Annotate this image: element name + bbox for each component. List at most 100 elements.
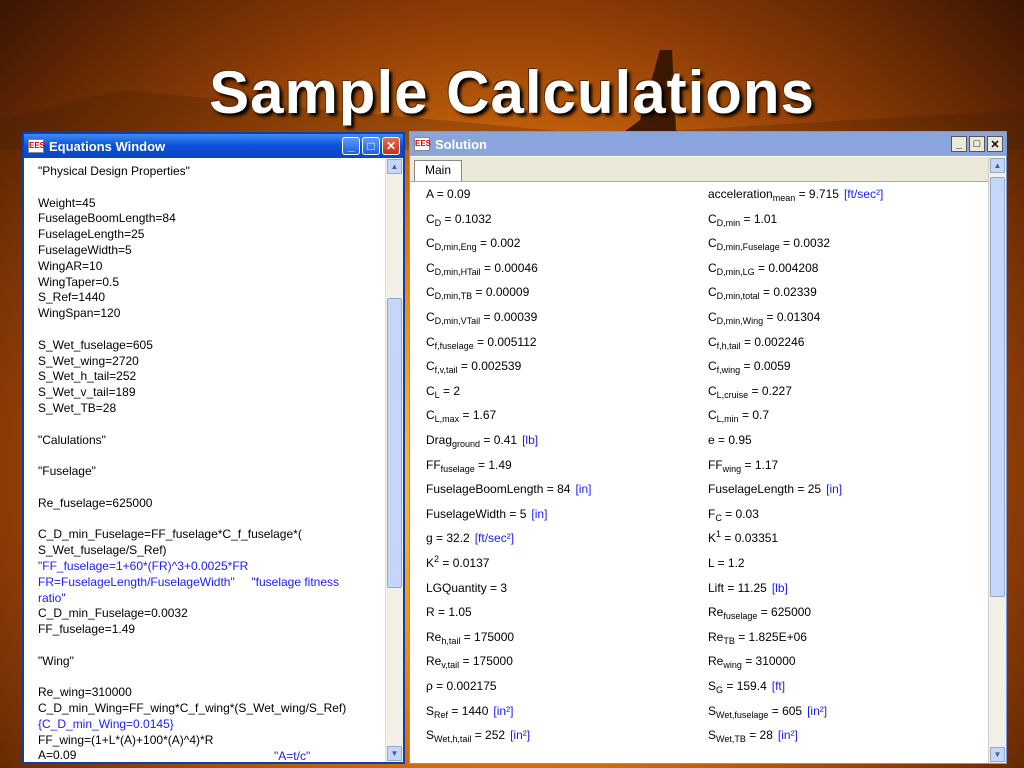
equation-line: Re_wing=310000 bbox=[38, 685, 132, 700]
slide-title: Sample Calculations bbox=[209, 59, 815, 126]
solution-tab-row: Main bbox=[410, 157, 1006, 182]
tab-main[interactable]: Main bbox=[414, 160, 463, 181]
solution-window: EES Solution _ □ ✕ Main A = 0.09 CD = 0.1… bbox=[409, 131, 1007, 764]
solution-row: CL,min = 0.7 bbox=[708, 405, 769, 425]
solution-name: Re bbox=[708, 654, 724, 669]
maximize-button[interactable]: □ bbox=[969, 136, 985, 152]
solution-value: = 1.2 bbox=[714, 556, 745, 570]
solution-unit: [ft/sec²] bbox=[843, 187, 884, 201]
solution-value: = 32.2 bbox=[432, 531, 470, 546]
solution-value: = 1.17 bbox=[741, 457, 779, 472]
solution-sub: G bbox=[716, 685, 724, 695]
solution-name: C bbox=[708, 211, 717, 226]
solution-sub: Wet,h,tail bbox=[434, 734, 472, 745]
equations-editor[interactable]: "Physical Design Properties" Weight=45 Fus… bbox=[24, 158, 386, 762]
solution-window-title: Solution bbox=[435, 136, 487, 152]
solution-row: e = 0.95 bbox=[708, 430, 752, 450]
close-button[interactable]: ✕ bbox=[382, 137, 400, 155]
solution-row: Cf,fuselage = 0.005112 bbox=[426, 332, 537, 352]
solution-name: FuselageBoomLength bbox=[426, 482, 544, 497]
solution-value: = 0.02339 bbox=[759, 285, 817, 300]
close-button[interactable]: ✕ bbox=[987, 136, 1003, 152]
solution-row: CL,max = 1.67 bbox=[426, 405, 496, 425]
ees-app-icon: EES bbox=[414, 137, 431, 151]
solution-value: = 0.01304 bbox=[763, 310, 821, 324]
solution-row: FuselageWidth = 5 [in] bbox=[426, 504, 547, 524]
solution-name: C bbox=[708, 285, 717, 300]
equation-line bbox=[38, 448, 386, 464]
equation-line: "Fuselage" bbox=[38, 464, 96, 479]
solution-unit: [in] bbox=[826, 482, 843, 497]
equation-line: S_Wet_fuselage/S_Ref) bbox=[38, 543, 167, 558]
solution-name: R bbox=[426, 605, 438, 620]
scroll-down-icon[interactable]: ▼ bbox=[990, 747, 1005, 762]
solution-value: = 310000 bbox=[741, 654, 796, 669]
solution-row: CD,min,total = 0.02339 bbox=[708, 282, 817, 302]
solution-row: SRef = 1440 [in²] bbox=[426, 701, 513, 721]
solution-row: CD,min,Wing = 0.01304 bbox=[708, 307, 820, 327]
solution-scrollbar[interactable]: ▲ ▼ bbox=[988, 157, 1006, 763]
minimize-button[interactable]: _ bbox=[342, 137, 360, 155]
equation-line: S_Wet_v_tail=189 bbox=[38, 385, 136, 400]
equations-scrollbar[interactable]: ▲ ▼ bbox=[385, 158, 403, 762]
solution-unit: [in²] bbox=[807, 703, 828, 718]
solution-name: Re bbox=[708, 605, 724, 620]
solution-unit: [ft] bbox=[771, 679, 786, 693]
solution-name: FuselageLength bbox=[708, 482, 795, 497]
scroll-down-icon[interactable]: ▼ bbox=[387, 746, 402, 761]
solution-sub: Wet,fuselage bbox=[716, 709, 769, 720]
maximize-button[interactable]: □ bbox=[362, 137, 380, 155]
solution-unit: [lb] bbox=[771, 580, 788, 595]
scroll-thumb[interactable] bbox=[387, 298, 402, 588]
solution-value: = 0.09 bbox=[436, 187, 471, 201]
solution-row: Dragground = 0.41 [lb] bbox=[426, 430, 538, 450]
solution-value: = 0.002 bbox=[476, 236, 521, 251]
equation-line: C_D_min_Fuselage=0.0032 bbox=[38, 606, 188, 621]
solution-row: LGQuantity = 3 bbox=[426, 578, 507, 598]
solution-row: Rev,tail = 175000 bbox=[426, 651, 513, 671]
equation-line: FuselageBoomLength=84 bbox=[38, 211, 176, 226]
solution-unit: [lb] bbox=[522, 433, 539, 447]
solution-row: Refuselage = 625000 bbox=[708, 602, 811, 622]
solution-row: ρ = 0.002175 bbox=[426, 676, 497, 696]
scroll-thumb[interactable] bbox=[990, 177, 1005, 597]
solution-name: S bbox=[426, 728, 435, 743]
solution-name: Re bbox=[426, 629, 442, 644]
solution-name: C bbox=[426, 310, 435, 324]
solution-value: = 1.05 bbox=[438, 605, 472, 620]
solution-name: FF bbox=[708, 457, 723, 472]
solution-sub: fuselage bbox=[440, 463, 475, 474]
solution-row: FuselageBoomLength = 84 [in] bbox=[426, 479, 591, 499]
solution-value: = 11.25 bbox=[727, 580, 767, 595]
solution-name: S bbox=[708, 703, 717, 718]
equation-line: S_Wet_wing=2720 bbox=[38, 353, 139, 368]
equation-line: FF_fuselage=1.49 bbox=[38, 622, 136, 637]
solution-value: = 0.95 bbox=[714, 433, 752, 447]
solution-row: R = 1.05 bbox=[426, 602, 472, 622]
scroll-up-icon[interactable]: ▲ bbox=[990, 158, 1005, 173]
solution-name: S bbox=[708, 679, 717, 693]
solution-value: = 605 bbox=[768, 703, 803, 718]
equation-line bbox=[38, 180, 386, 196]
solution-row: CD,min,TB = 0.00009 bbox=[426, 282, 529, 302]
solution-unit: [in²] bbox=[510, 728, 531, 743]
solution-sub: D,min,TB bbox=[434, 291, 473, 302]
solution-sub: mean bbox=[772, 193, 796, 203]
equation-line: "Physical Design Properties" bbox=[38, 164, 190, 178]
solution-row: CD,min,HTail = 0.00046 bbox=[426, 258, 538, 278]
solution-value: = 0.03351 bbox=[721, 531, 779, 546]
solution-name: g bbox=[426, 531, 433, 546]
scroll-up-icon[interactable]: ▲ bbox=[387, 159, 402, 174]
solution-value: = 0.227 bbox=[748, 383, 792, 398]
minimize-button[interactable]: _ bbox=[951, 136, 967, 152]
equations-window-titlebar[interactable]: EES Equations Window _ □ ✕ bbox=[24, 134, 403, 158]
solution-row: Rewing = 310000 bbox=[708, 651, 796, 671]
equation-line: "Calulations" bbox=[38, 432, 106, 447]
solution-value: = 25 bbox=[794, 482, 822, 497]
equations-window-title: Equations Window bbox=[49, 138, 166, 154]
solution-window-titlebar[interactable]: EES Solution _ □ ✕ bbox=[410, 132, 1006, 156]
solution-values: A = 0.09 CD = 0.1032 CD,min,Eng = 0.002 CD,… bbox=[410, 184, 989, 763]
solution-sub: f,wing bbox=[716, 365, 741, 376]
solution-name: C bbox=[708, 408, 717, 423]
equation-line: S_Wet_TB=28 bbox=[38, 400, 117, 415]
